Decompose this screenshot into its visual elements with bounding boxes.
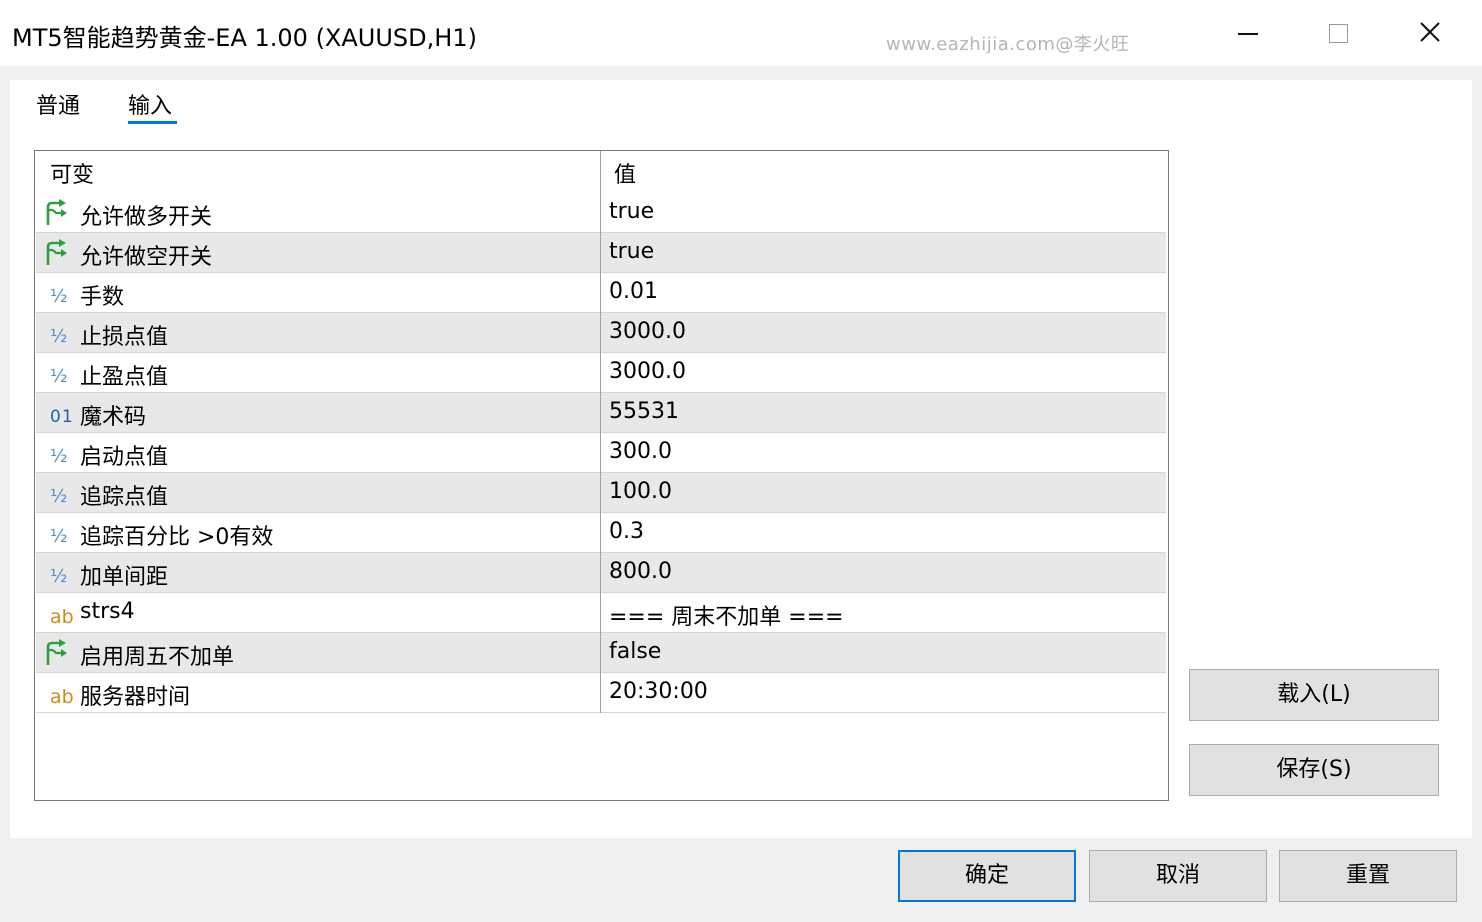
selected-tab-indicator [128, 121, 177, 124]
parameter-name: 启动点值 [80, 445, 169, 470]
parameter-name: 手数 [80, 285, 125, 310]
row-type-glyph: ab [50, 686, 74, 708]
minimize-button[interactable] [1200, 0, 1292, 66]
tab-general[interactable]: 普通 [36, 88, 80, 120]
parameter-value[interactable]: 0.01 [609, 279, 658, 304]
row-type-glyph: ½ [50, 446, 68, 467]
maximize-icon [1329, 24, 1348, 43]
row-type-glyph: ab [50, 606, 74, 628]
grid-header-row: 可变 值 [36, 151, 1166, 190]
bool-arrow-icon [42, 239, 70, 267]
parameter-value[interactable]: === 周末不加单 === [609, 599, 844, 631]
table-row[interactable]: ab strs4 === 周末不加单 === [36, 593, 1166, 633]
column-separator[interactable] [600, 151, 601, 713]
double-half-icon: ½ [42, 319, 70, 347]
table-row[interactable]: ab 服务器时间 20:30:00 [36, 673, 1166, 713]
int-01-icon: 01 [42, 399, 73, 427]
column-header-value[interactable]: 值 [614, 157, 636, 189]
string-ab-icon: ab [42, 679, 74, 707]
parameter-name: 启用周五不加单 [80, 645, 235, 670]
cancel-button[interactable]: 取消 [1089, 850, 1267, 902]
save-button[interactable]: 保存(S) [1189, 744, 1439, 796]
double-half-icon: ½ [42, 559, 70, 587]
parameter-name: 追踪点值 [80, 485, 169, 510]
row-type-glyph: ½ [50, 486, 68, 507]
parameter-value[interactable]: 3000.0 [609, 359, 686, 384]
table-row[interactable]: ½ 启动点值 300.0 [36, 433, 1166, 473]
table-row[interactable]: ½ 追踪百分比 >0有效 0.3 [36, 513, 1166, 553]
row-type-glyph: ½ [50, 366, 68, 387]
bool-arrow-icon [42, 639, 70, 667]
watermark-text: www.eazhijia.com@李火旺 [886, 34, 1130, 55]
table-row[interactable]: ½ 加单间距 800.0 [36, 553, 1166, 593]
parameter-value[interactable]: 300.0 [609, 439, 672, 464]
parameter-value[interactable]: 20:30:00 [609, 679, 708, 704]
double-half-icon: ½ [42, 359, 70, 387]
table-row[interactable]: ½ 追踪点值 100.0 [36, 473, 1166, 513]
row-type-glyph: ½ [50, 326, 68, 347]
parameter-value[interactable]: 55531 [609, 399, 679, 424]
parameter-name: 魔术码 [80, 405, 147, 430]
table-row[interactable]: 01 魔术码 55531 [36, 393, 1166, 433]
double-half-icon: ½ [42, 479, 70, 507]
row-type-glyph: ½ [50, 286, 68, 307]
bool-arrow-icon [42, 199, 70, 227]
dialog-client-area: 普通 输入 可变 值 允许做多开关 true 允许做空开关 true ½ 手数 0.01 ½ 止… [10, 80, 1472, 838]
string-ab-icon: ab [42, 599, 74, 627]
close-icon [1420, 22, 1440, 42]
double-half-icon: ½ [42, 279, 70, 307]
inputs-grid: 可变 值 允许做多开关 true 允许做空开关 true ½ 手数 0.01 ½ 止损点值 300… [34, 150, 1169, 801]
parameter-name: 追踪百分比 >0有效 [80, 525, 274, 550]
double-half-icon: ½ [42, 439, 70, 467]
table-row[interactable]: 允许做空开关 true [36, 233, 1166, 273]
ok-button[interactable]: 确定 [898, 850, 1076, 902]
title-bar: MT5智能趋势黄金-EA 1.00 (XAUUSD,H1) www.eazhij… [0, 0, 1482, 66]
parameter-name: 允许做空开关 [80, 245, 213, 270]
row-type-glyph: ½ [50, 566, 68, 587]
parameter-value[interactable]: true [609, 239, 654, 264]
row-type-glyph: ½ [50, 526, 68, 547]
table-row[interactable]: ½ 止损点值 3000.0 [36, 313, 1166, 353]
parameter-name: 加单间距 [80, 565, 169, 590]
double-half-icon: ½ [42, 519, 70, 547]
table-row[interactable]: ½ 手数 0.01 [36, 273, 1166, 313]
parameter-value[interactable]: 3000.0 [609, 319, 686, 344]
parameter-name: 止损点值 [80, 325, 169, 350]
parameter-value[interactable]: 100.0 [609, 479, 672, 504]
minimize-icon [1238, 33, 1258, 35]
table-row[interactable]: 启用周五不加单 false [36, 633, 1166, 673]
window-title: MT5智能趋势黄金-EA 1.00 (XAUUSD,H1) [12, 24, 477, 52]
load-button[interactable]: 载入(L) [1189, 669, 1439, 721]
row-type-glyph: 01 [50, 407, 74, 427]
column-header-variable[interactable]: 可变 [50, 157, 94, 189]
maximize-button[interactable] [1292, 0, 1384, 66]
parameter-value[interactable]: 0.3 [609, 519, 644, 544]
table-row[interactable]: 允许做多开关 true [36, 193, 1166, 233]
parameter-name: 允许做多开关 [80, 205, 213, 230]
parameter-name: 服务器时间 [80, 685, 191, 710]
parameter-value[interactable]: 800.0 [609, 559, 672, 584]
table-row[interactable]: ½ 止盈点值 3000.0 [36, 353, 1166, 393]
close-button[interactable] [1384, 0, 1476, 66]
tab-inputs[interactable]: 输入 [128, 88, 172, 120]
reset-button[interactable]: 重置 [1279, 850, 1457, 902]
parameter-value[interactable]: false [609, 639, 661, 664]
parameter-name: 止盈点值 [80, 365, 169, 390]
parameter-value[interactable]: true [609, 199, 654, 224]
parameter-name: strs4 [80, 599, 135, 624]
